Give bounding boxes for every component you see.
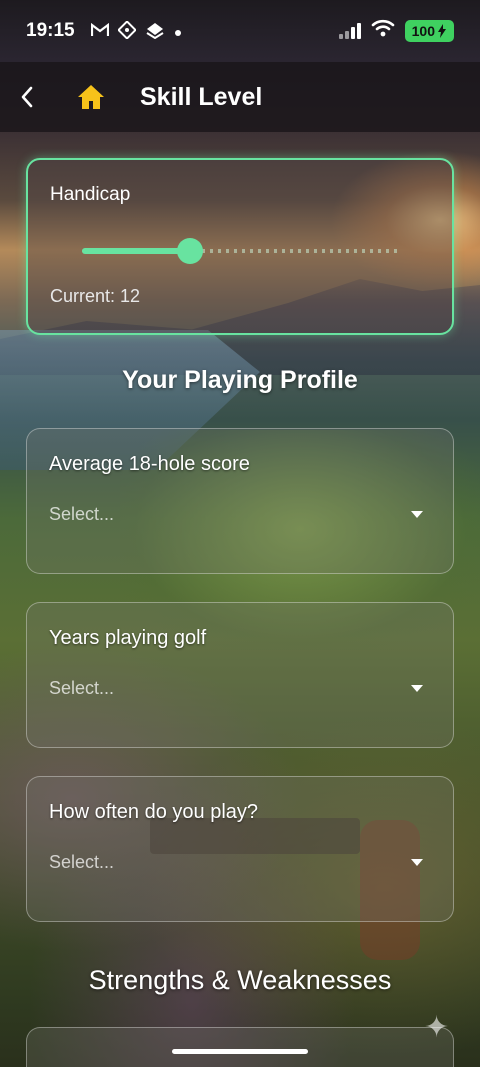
- field-label: Years playing golf: [49, 627, 207, 649]
- wifi-icon: [371, 19, 395, 43]
- stack-icon: [145, 21, 165, 42]
- strengths-card[interactable]: [26, 1027, 454, 1067]
- average-score-select[interactable]: Select...: [49, 504, 431, 525]
- slider-fill: [82, 248, 191, 254]
- proton-icon: [116, 19, 137, 42]
- handicap-card: Handicap Current: 12: [26, 158, 454, 335]
- play-frequency-select[interactable]: Select...: [49, 852, 431, 873]
- dropdown-arrow-icon: [411, 859, 423, 866]
- status-bar: 19:15 100: [0, 0, 480, 62]
- select-value: Select...: [49, 678, 115, 698]
- field-label: How often do you play?: [49, 801, 259, 823]
- battery-level: 100: [411, 23, 435, 39]
- average-score-card: Average 18-hole score Select...: [26, 428, 454, 574]
- strengths-section-title: Strengths & Weaknesses: [88, 965, 392, 995]
- select-value: Select...: [49, 852, 115, 872]
- years-playing-select[interactable]: Select...: [49, 678, 431, 699]
- battery-icon: 100: [404, 20, 454, 42]
- profile-section-title: Your Playing Profile: [122, 366, 358, 394]
- select-value: Select...: [49, 504, 115, 524]
- play-frequency-card: How often do you play? Select...: [26, 776, 454, 922]
- status-time: 19:15: [26, 20, 75, 41]
- home-indicator[interactable]: [172, 1049, 308, 1054]
- gmail-icon: [90, 22, 109, 40]
- chevron-left-icon: [21, 86, 33, 108]
- signal-icon: [338, 23, 361, 39]
- handicap-current-value: Current: 12: [50, 286, 141, 306]
- years-playing-card: Years playing golf Select...: [26, 602, 454, 748]
- home-icon[interactable]: [76, 82, 106, 112]
- dropdown-arrow-icon: [411, 685, 423, 692]
- page-title: Skill Level: [140, 82, 263, 111]
- slider-thumb[interactable]: [177, 238, 204, 264]
- handicap-slider[interactable]: [50, 236, 430, 266]
- dot-icon: [174, 23, 182, 40]
- sparkle-icon: ✦: [424, 1011, 450, 1044]
- dropdown-arrow-icon: [411, 511, 423, 518]
- app-bar: Skill Level: [0, 62, 480, 132]
- handicap-label: Handicap: [50, 184, 131, 205]
- field-label: Average 18-hole score: [49, 453, 250, 475]
- back-button[interactable]: [14, 77, 40, 117]
